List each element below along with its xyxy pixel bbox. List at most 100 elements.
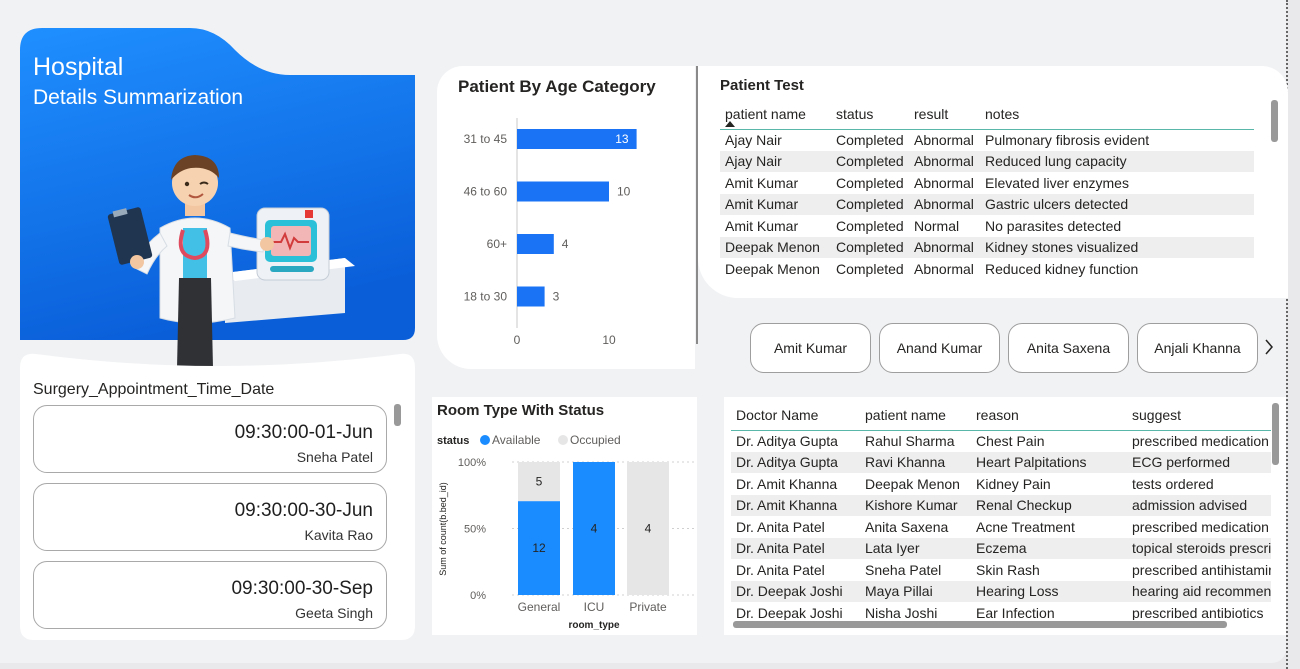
table-cell: Normal: [914, 217, 960, 234]
data-label: 13: [615, 132, 629, 146]
x-axis-label: room_type: [568, 620, 620, 631]
chevron-right-icon[interactable]: [1264, 338, 1274, 361]
table-cell: Abnormal: [914, 174, 974, 191]
table-cell: No parasites detected: [985, 217, 1122, 234]
table-cell: Sneha Patel: [865, 561, 942, 578]
table-cell: Ajay Nair: [720, 150, 831, 172]
table-cell: Acne Treatment: [976, 518, 1075, 535]
age-category-chart-card: Patient By Age Category 31 to 45 13 46 to …: [437, 66, 695, 369]
doctor-table-horizontal-scrollbar[interactable]: [733, 621, 1227, 628]
table-cell: Reduced kidney function: [985, 260, 1139, 277]
patient-test-title: Patient Test: [720, 77, 804, 94]
table-cell: Abnormal: [909, 193, 980, 215]
patient-button[interactable]: Amit Kumar: [750, 323, 871, 373]
table-cell: Ajay Nair: [725, 132, 782, 148]
patient-button[interactable]: Anjali Khanna: [1137, 323, 1258, 373]
column-header-result[interactable]: result: [909, 99, 980, 129]
x-tick-label: 0: [514, 333, 521, 347]
appointment-card[interactable]: 09:30:00-30-Sep Geeta Singh: [33, 561, 387, 629]
table-row[interactable]: Deepak Menon Completed Abnormal Reduced kid…: [720, 258, 1254, 280]
column-header-doctor-name[interactable]: Doctor Name: [731, 400, 860, 430]
table-cell: Completed: [831, 193, 909, 215]
table-cell: prescribed antihistamines: [1132, 561, 1271, 578]
table-cell: Pulmonary fibrosis evident: [985, 132, 1150, 148]
table-row[interactable]: Ajay Nair Completed Abnormal Pulmonary fibr…: [720, 129, 1254, 151]
table-cell: Dr. Deepak Joshi: [731, 580, 860, 602]
table-row[interactable]: Dr. Anita Patel Lata Iyer Eczema topical st…: [731, 537, 1271, 559]
patient-button[interactable]: Anand Kumar: [879, 323, 1000, 373]
table-row[interactable]: Dr. Aditya Gupta Rahul Sharma Chest Pain pr…: [731, 430, 1271, 452]
legend-label: Occupied: [570, 433, 621, 447]
table-cell: Skin Rash: [976, 561, 1040, 578]
y-tick-label: 100%: [458, 457, 486, 469]
room-type-chart-card: Room Type With Status status Available Occ…: [432, 397, 697, 635]
category-label: 18 to 30: [464, 290, 508, 304]
table-cell: Dr. Aditya Gupta: [736, 433, 838, 449]
table-cell: Gastric ulcers detected: [980, 193, 1254, 215]
table-row[interactable]: Dr. Anita Patel Anita Saxena Acne Treatmen…: [731, 516, 1271, 538]
legend-label: Available: [492, 433, 541, 447]
table-cell: prescribed medication: [1132, 518, 1269, 535]
sort-ascending-icon[interactable]: [725, 120, 735, 127]
column-header-suggest[interactable]: suggest: [1127, 400, 1271, 430]
table-cell: Dr. Aditya Gupta: [731, 451, 860, 473]
hero-banner: Hospital Details Summarization: [20, 28, 415, 368]
table-cell: Abnormal: [909, 150, 980, 172]
column-header-reason[interactable]: reason: [971, 400, 1127, 430]
y-tick-label: 0%: [470, 590, 486, 602]
patient-button[interactable]: Anita Saxena: [1008, 323, 1129, 373]
table-header-row: patient name status result notes: [720, 99, 1254, 129]
appointment-patient: Kavita Rao: [304, 527, 373, 543]
table-cell: Kidney Pain: [976, 475, 1051, 492]
column-header-patient-name[interactable]: patient name: [860, 400, 971, 430]
table-cell: Ear Infection: [976, 604, 1055, 620]
appointment-time: 09:30:00-01-Jun: [234, 422, 373, 443]
surgery-title: Surgery_Appointment_Time_Date: [33, 381, 275, 398]
table-cell: Completed: [836, 132, 904, 148]
column-header-notes[interactable]: notes: [980, 99, 1254, 129]
table-row[interactable]: Ajay Nair Completed Abnormal Reduced lung c…: [720, 150, 1254, 172]
category-label: 31 to 45: [464, 132, 508, 146]
table-row[interactable]: Dr. Anita Patel Sneha Patel Skin Rash presc…: [731, 559, 1271, 581]
data-label: 4: [591, 522, 598, 536]
data-label: 4: [562, 237, 569, 251]
doctor-illustration: [107, 155, 355, 368]
table-cell: Amit Kumar: [720, 193, 831, 215]
data-label: 5: [536, 475, 543, 489]
patient-test-table-container: patient name status result notes Ajay Na…: [720, 99, 1254, 283]
table-row[interactable]: Dr. Amit Khanna Kishore Kumar Renal Checku…: [731, 494, 1271, 516]
table-cell: hearing aid recommended: [1127, 580, 1271, 602]
patient-test-card: Patient Test patient name status result …: [698, 66, 1288, 298]
table-row[interactable]: Amit Kumar Completed Abnormal Gastric ulcer…: [720, 193, 1254, 215]
table-row[interactable]: Dr. Amit Khanna Deepak Menon Kidney Pain te…: [731, 473, 1271, 495]
table-cell: Completed: [836, 217, 904, 234]
table-row[interactable]: Dr. Aditya Gupta Ravi Khanna Heart Palpita…: [731, 451, 1271, 473]
doctor-table: Doctor Name patient name reason suggest …: [731, 400, 1271, 620]
table-cell: Dr. Anita Patel: [731, 537, 860, 559]
data-label: 10: [617, 185, 631, 199]
table-cell: Nisha Joshi: [865, 604, 938, 620]
appointment-card[interactable]: 09:30:00-01-Jun Sneha Patel: [33, 405, 387, 473]
category-label: ICU: [584, 600, 605, 614]
table-cell: prescribed medication: [1132, 433, 1269, 449]
table-cell: admission advised: [1127, 494, 1271, 516]
data-label: 4: [645, 522, 652, 536]
hero-subtitle: Details Summarization: [33, 86, 244, 109]
table-row[interactable]: Amit Kumar Completed Abnormal Elevated live…: [720, 172, 1254, 194]
bar: [517, 286, 545, 307]
appointment-card[interactable]: 09:30:00-30-Jun Kavita Rao: [33, 483, 387, 551]
table-cell: Reduced lung capacity: [980, 150, 1254, 172]
appointment-patient: Geeta Singh: [295, 605, 373, 621]
legend-marker: [558, 435, 568, 445]
doctor-table-vertical-scrollbar[interactable]: [1272, 403, 1279, 465]
table-row[interactable]: Dr. Deepak Joshi Maya Pillai Hearing Loss h…: [731, 580, 1271, 602]
appointments-scrollbar[interactable]: [394, 404, 401, 426]
table-row[interactable]: Amit Kumar Completed Normal No parasites de…: [720, 215, 1254, 237]
patient-test-scrollbar[interactable]: [1271, 100, 1278, 142]
column-header-status[interactable]: status: [831, 99, 909, 129]
table-cell: Deepak Menon: [725, 260, 820, 277]
column-header-patient-name[interactable]: patient name: [720, 99, 831, 129]
table-row[interactable]: Deepak Menon Completed Abnormal Kidney ston…: [720, 236, 1254, 258]
legend-title: status: [437, 435, 469, 447]
table-row[interactable]: Dr. Deepak Joshi Nisha Joshi Ear Infection…: [731, 602, 1271, 620]
